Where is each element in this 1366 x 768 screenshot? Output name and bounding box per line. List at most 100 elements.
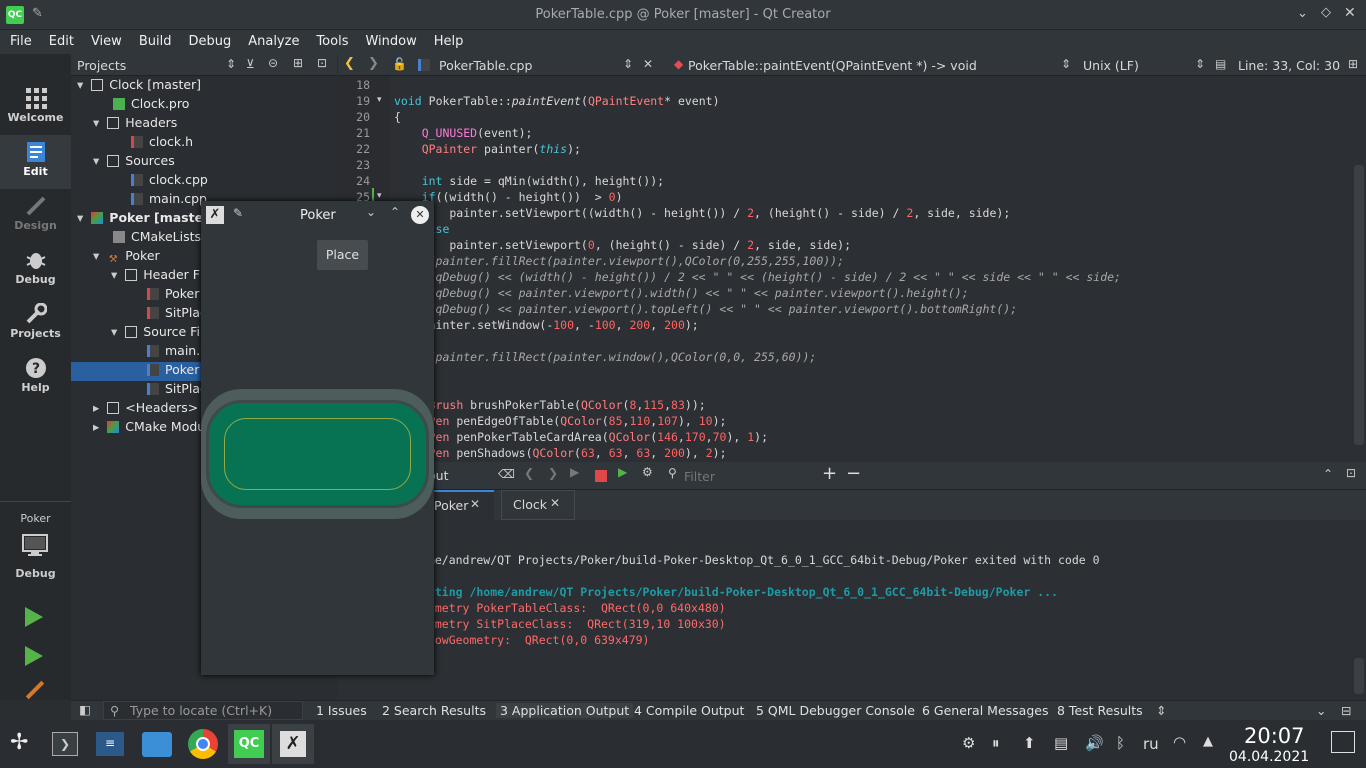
attach-debugger-icon[interactable]: ▶ [618, 465, 627, 479]
tree-item-main-cpp[interactable]: main.cpp [131, 191, 207, 210]
output-filter-input[interactable] [684, 466, 804, 486]
pane-compile-output[interactable]: 4 Compile Output [634, 703, 744, 718]
tab-poker[interactable]: Poker ✕ [426, 490, 494, 520]
tree-item-sitplace-cpp[interactable]: SitPlac [147, 381, 207, 400]
qtcreator-task-icon[interactable]: QC [228, 724, 270, 764]
menu-help[interactable]: Help [424, 30, 471, 49]
split-editor-icon[interactable]: ⊞ [1348, 57, 1358, 71]
tree-item-poker-target[interactable]: ▾ ⚒ Poker [93, 248, 160, 267]
show-desktop-icon[interactable] [1331, 731, 1355, 753]
tree-item-source-files[interactable]: ▾ Source Fi [111, 324, 200, 343]
tree-item-main-c[interactable]: main.c [147, 343, 207, 362]
locator-box[interactable]: ⚲ Type to locate (Ctrl+K) [103, 701, 303, 720]
tree-item-pokertable-h[interactable]: Poker [147, 286, 199, 305]
function-selector-arrows-icon[interactable]: ⇕ [1061, 57, 1071, 71]
forward-icon[interactable]: ❯ [368, 56, 379, 71]
menu-tools[interactable]: Tools [306, 30, 355, 49]
wifi-icon[interactable]: ◠ [1173, 733, 1186, 751]
pane-qml-debugger[interactable]: 5 QML Debugger Console [756, 703, 915, 718]
maximize-icon[interactable]: ◇ [1321, 5, 1331, 20]
notifications-icon[interactable]: ⚙ [962, 734, 975, 752]
fold-arrow-icon[interactable]: ▾ [377, 191, 382, 201]
pane-test-results[interactable]: 8 Test Results [1057, 703, 1143, 718]
rerun-icon[interactable]: ▶ [570, 465, 579, 479]
run-icon[interactable] [25, 607, 43, 627]
maximize-icon[interactable]: ⌃ [390, 205, 400, 219]
build-hammer-icon[interactable] [25, 680, 45, 700]
menu-edit[interactable]: Edit [39, 30, 81, 49]
tray-expand-icon[interactable]: ▲ [1203, 734, 1213, 749]
tree-item-poker-project[interactable]: ▾ Poker [master] [77, 210, 215, 229]
minimize-icon[interactable]: ⌄ [1297, 6, 1308, 21]
media-pause-icon[interactable]: ⏸ [992, 734, 1000, 752]
debug-run-icon[interactable] [25, 646, 43, 666]
mode-design[interactable]: Design [0, 189, 71, 243]
mode-welcome[interactable]: Welcome [0, 81, 71, 135]
projects-view-selector[interactable]: Projects [77, 58, 126, 73]
tab-clock[interactable]: Clock ✕ [501, 490, 575, 520]
fold-arrow-icon[interactable]: ▾ [377, 95, 382, 105]
filter-icon[interactable]: ⊻ [246, 57, 255, 71]
app-launcher-icon[interactable]: ✢ [10, 730, 28, 755]
line-ending-selector[interactable]: Unix (LF) [1083, 58, 1139, 73]
tree-item-header-files[interactable]: ▾ Header F [111, 267, 200, 286]
tree-item-headers-node[interactable]: ▸ <Headers> [93, 400, 198, 419]
link-icon[interactable]: ⊝ [268, 56, 278, 70]
tree-item-sitplace-h[interactable]: SitPlac [147, 305, 207, 324]
menu-view[interactable]: View [81, 30, 129, 49]
clear-icon[interactable]: ⌫ [498, 467, 515, 481]
menu-build[interactable]: Build [129, 30, 179, 49]
close-icon[interactable]: ✕ [1344, 5, 1356, 21]
pin-icon[interactable]: ✎ [233, 206, 243, 220]
mode-edit[interactable]: Edit [0, 135, 71, 189]
mode-help[interactable]: ? Help [0, 351, 71, 405]
progress-toggle-icon[interactable]: ⌄ [1316, 703, 1326, 718]
menu-window[interactable]: Window [355, 30, 423, 49]
selector-arrows-icon[interactable]: ⇕ [226, 57, 236, 71]
close-tab-icon[interactable]: ✕ [550, 496, 560, 510]
bluetooth-icon[interactable]: ᛒ [1116, 734, 1125, 752]
settings-gear-icon[interactable]: ⚙ [642, 465, 653, 479]
clipboard-icon[interactable]: ▤ [1054, 734, 1068, 752]
pane-application-output[interactable]: 3 Application Output [496, 703, 634, 718]
close-pane-icon[interactable]: ⊡ [317, 56, 327, 70]
clock-time[interactable]: 20:07 [1244, 724, 1305, 748]
close-pane-icon[interactable]: ⊡ [1346, 466, 1356, 480]
menu-debug[interactable]: Debug [178, 30, 238, 49]
function-selector[interactable]: PokerTable::paintEvent(QPaintEvent *) ->… [688, 58, 977, 73]
remove-icon[interactable]: − [846, 463, 861, 484]
tree-item-cmakelists[interactable]: CMakeLists.t [113, 229, 210, 248]
pane-general-messages[interactable]: 6 General Messages [922, 703, 1048, 718]
clock-date[interactable]: 04.04.2021 [1229, 749, 1309, 765]
maximize-pane-icon[interactable]: ⌃ [1323, 467, 1333, 481]
stop-icon[interactable] [595, 470, 607, 482]
close-document-icon[interactable]: ✕ [643, 57, 653, 71]
output-text[interactable]: ome/andrew/QT Projects/Poker/build-Poker… [338, 520, 1354, 700]
line-ending-arrows-icon[interactable]: ⇕ [1195, 57, 1205, 71]
editor-scrollbar[interactable] [1354, 165, 1364, 445]
chrome-icon[interactable] [188, 729, 218, 759]
poker-task-icon[interactable]: ✗ [272, 724, 314, 764]
kit-selector[interactable]: Debug [0, 532, 71, 586]
next-icon[interactable]: ❯ [548, 466, 558, 480]
tree-item-cmake-modules[interactable]: ▸ CMake Modu [93, 419, 205, 438]
mode-debug[interactable]: Debug [0, 243, 71, 297]
settings-icon[interactable]: ≡ [96, 732, 124, 756]
prev-icon[interactable]: ❮ [524, 466, 534, 480]
file-selector-arrows-icon[interactable]: ⇕ [623, 57, 633, 71]
close-tab-icon[interactable]: ✕ [470, 497, 480, 511]
add-icon[interactable]: + [822, 463, 837, 484]
split-icon[interactable]: ⊞ [293, 56, 303, 70]
file-manager-icon[interactable] [142, 732, 172, 757]
panes-arrows-icon[interactable]: ⇕ [1156, 703, 1166, 718]
minimize-icon[interactable]: ⌄ [366, 205, 376, 219]
output-scrollbar[interactable] [1354, 658, 1364, 694]
keyboard-layout[interactable]: ru [1143, 735, 1159, 753]
close-icon[interactable]: ✕ [411, 206, 429, 224]
tree-item-pokertable-cpp[interactable]: Poker [147, 362, 199, 381]
volume-icon[interactable]: 🔊 [1085, 734, 1104, 752]
pane-search-results[interactable]: 2 Search Results [382, 703, 486, 718]
code-area[interactable]: void PokerTable::paintEvent(QPaintEvent*… [394, 78, 1354, 462]
terminal-icon[interactable]: ❯ [52, 732, 78, 756]
cursor-position[interactable]: Line: 33, Col: 30 [1238, 58, 1340, 73]
